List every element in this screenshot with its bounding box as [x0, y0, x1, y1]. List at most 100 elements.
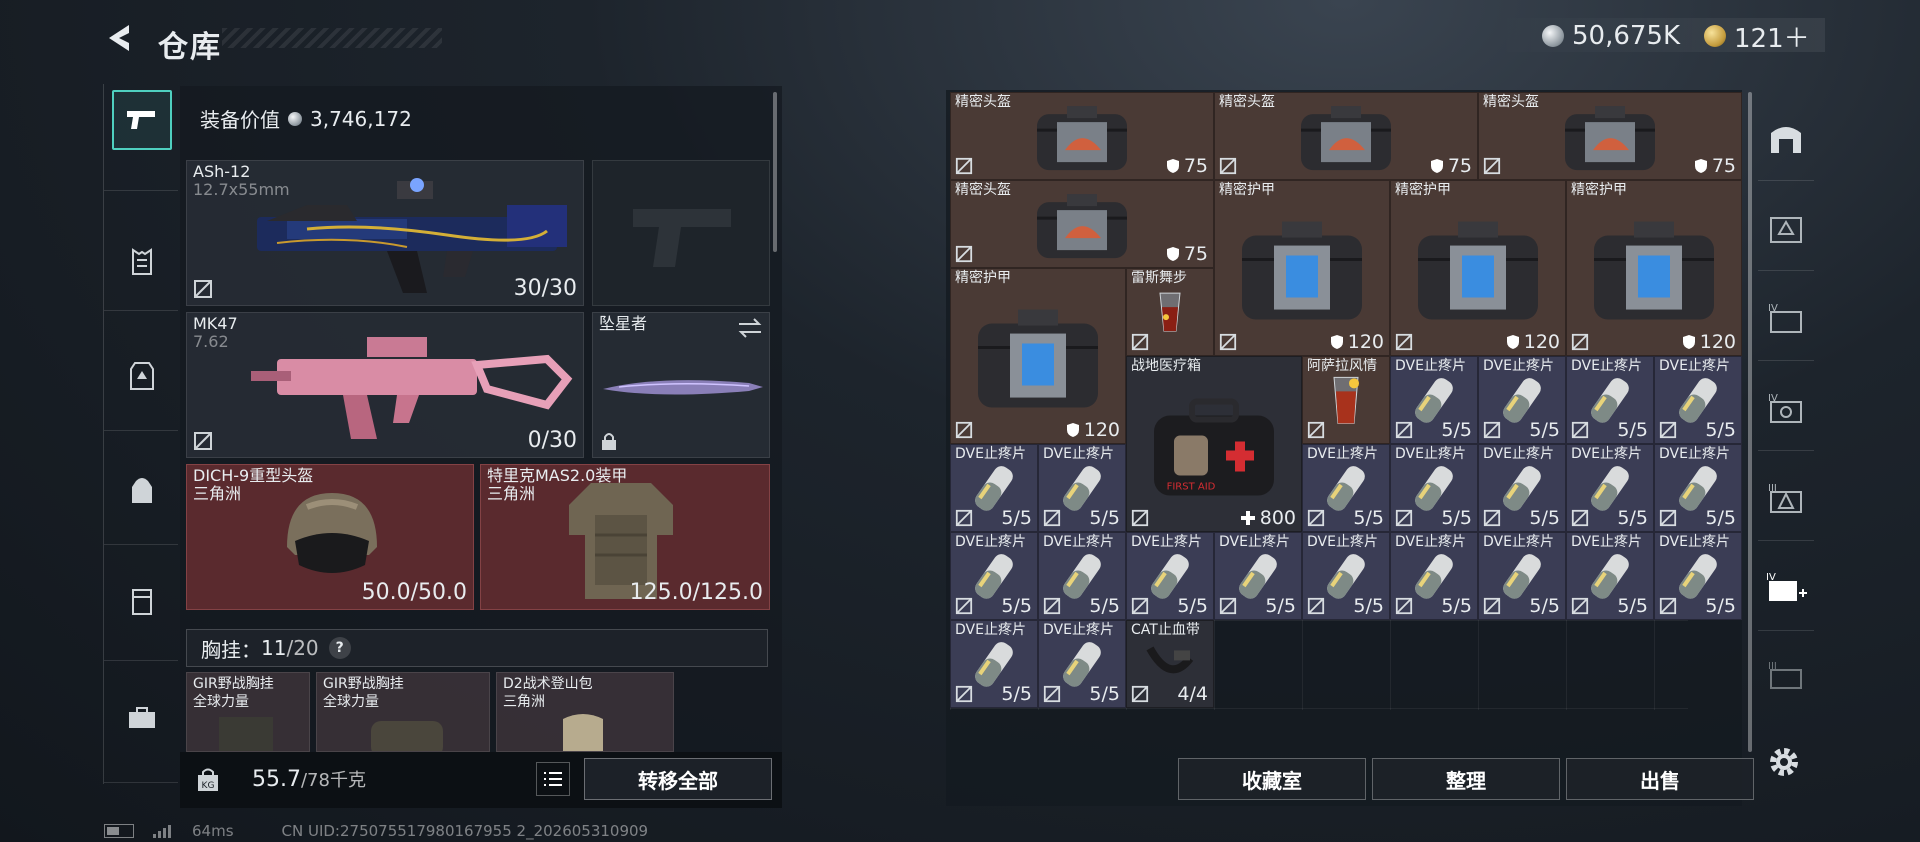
- back-button[interactable]: [100, 18, 140, 58]
- item-value: 5/5: [1705, 507, 1736, 529]
- nav-rig[interactable]: [112, 232, 172, 292]
- capacity-max: /78千克: [300, 770, 366, 791]
- nav-weapons[interactable]: [112, 90, 172, 150]
- no-transfer-icon: [1043, 685, 1061, 703]
- storage-item[interactable]: DVE止疼片 5/5: [950, 620, 1038, 708]
- no-transfer-icon: [1659, 421, 1677, 439]
- armor-faction: 三角洲: [487, 484, 536, 503]
- gold-currency[interactable]: 121＋: [1704, 20, 1810, 54]
- loadout-scrollbar[interactable]: [773, 92, 777, 252]
- item-value: 75: [1166, 243, 1208, 265]
- storage-item[interactable]: 精密护甲 120: [950, 268, 1126, 444]
- storage-item[interactable]: DVE止疼片 5/5: [1126, 532, 1214, 620]
- storage-item[interactable]: 精密头盔 75: [950, 180, 1214, 268]
- storage-tab-5[interactable]: III: [1764, 476, 1808, 520]
- storage-item[interactable]: 精密护甲 120: [1214, 180, 1390, 356]
- storage-item[interactable]: DVE止疼片 5/5: [1566, 444, 1654, 532]
- durability-shield-icon: [1694, 159, 1707, 173]
- storage-item[interactable]: DVE止疼片 5/5: [1038, 444, 1126, 532]
- transfer-all-button[interactable]: 转移全部: [584, 758, 772, 800]
- storage-item[interactable]: 精密护甲 120: [1566, 180, 1742, 356]
- capacity-text: 55.7/78千克: [252, 766, 366, 792]
- item-value: 5/5: [1617, 507, 1648, 529]
- item-value: 4/4: [1177, 683, 1208, 705]
- armor-slot[interactable]: 特里克MAS2.0装甲 三角洲 125.0/125.0: [480, 464, 770, 610]
- no-transfer-icon: [1043, 597, 1061, 615]
- storage-item[interactable]: 雷斯舞步: [1126, 268, 1214, 356]
- rig-slot-name: D2战术登山包: [503, 676, 593, 692]
- melee-slot[interactable]: 坠星者: [592, 312, 770, 458]
- nav-backpack[interactable]: [112, 460, 172, 520]
- status-bar: 64ms CN UID:275075517980167955 2_2026053…: [104, 822, 648, 840]
- settings-gear-icon[interactable]: [1764, 742, 1804, 782]
- storage-item[interactable]: 精密头盔 75: [1214, 92, 1478, 180]
- durability-shield-icon: [1066, 423, 1079, 437]
- storage-item[interactable]: DVE止疼片 5/5: [1390, 444, 1478, 532]
- silver-currency[interactable]: 50,675K: [1542, 20, 1680, 52]
- storage-item[interactable]: DVE止疼片 5/5: [1390, 532, 1478, 620]
- no-transfer-icon: [1219, 333, 1237, 351]
- storage-item[interactable]: 精密护甲 120: [1390, 180, 1566, 356]
- sidearm-slot[interactable]: [592, 160, 770, 306]
- rig-slot-3[interactable]: D2战术登山包 三角洲: [496, 672, 674, 752]
- storage-locked-icon: III: [1768, 661, 1802, 689]
- item-value: 5/5: [1617, 419, 1648, 441]
- storage-item[interactable]: DVE止疼片 5/5: [1654, 444, 1742, 532]
- sort-button[interactable]: 整理: [1372, 758, 1560, 800]
- silver-amount: 50,675K: [1572, 21, 1681, 51]
- help-icon[interactable]: ?: [328, 637, 351, 659]
- knife-image: [603, 380, 763, 395]
- nav-armor[interactable]: [112, 346, 172, 406]
- storage-item[interactable]: DVE止疼片 5/5: [1566, 532, 1654, 620]
- no-transfer-icon: [1131, 509, 1149, 527]
- storage-item[interactable]: DVE止疼片 5/5: [1214, 532, 1302, 620]
- storage-item[interactable]: DVE止疼片 5/5: [1478, 444, 1566, 532]
- swap-arrows-icon[interactable]: [737, 317, 763, 339]
- rig-slot-name: GIR野战胸挂: [193, 676, 274, 692]
- sell-button[interactable]: 出售: [1566, 758, 1754, 800]
- value-coin-icon: [288, 111, 302, 126]
- storage-item[interactable]: DVE止疼片 5/5: [1478, 356, 1566, 444]
- storage-scrollbar[interactable]: [1748, 92, 1752, 752]
- equipment-value-amount: 3,746,172: [310, 106, 412, 131]
- storage-item[interactable]: 战地医疗箱 FIRST AID 800: [1126, 356, 1302, 532]
- nav-pouch[interactable]: [112, 572, 172, 632]
- storage-item[interactable]: CAT止血带 4/4: [1126, 620, 1214, 708]
- storage-tab-7[interactable]: III: [1764, 654, 1808, 698]
- medkit-image: FIRST AID: [1144, 392, 1284, 506]
- item-name: 战地医疗箱: [1131, 358, 1201, 374]
- list-view-button[interactable]: [536, 762, 570, 796]
- helmet-slot[interactable]: DICH-9重型头盔 三角洲 50.0/50.0: [186, 464, 474, 610]
- storage-item[interactable]: DVE止疼片 5/5: [1038, 532, 1126, 620]
- rig-slot-1[interactable]: GIR野战胸挂 全球力量: [186, 672, 310, 752]
- item-value: 5/5: [1441, 507, 1472, 529]
- storage-tab-main[interactable]: [1764, 116, 1808, 160]
- storage-item[interactable]: DVE止疼片 5/5: [950, 532, 1038, 620]
- storage-item[interactable]: DVE止疼片 5/5: [1478, 532, 1566, 620]
- storage-item[interactable]: DVE止疼片 5/5: [1390, 356, 1478, 444]
- storage-tab-2[interactable]: [1764, 206, 1808, 250]
- storage-item[interactable]: DVE止疼片 5/5: [1038, 620, 1126, 708]
- nav-case[interactable]: [112, 688, 172, 748]
- ping-text: 64ms: [192, 822, 234, 840]
- collection-button[interactable]: 收藏室: [1178, 758, 1366, 800]
- item-value: 800: [1240, 507, 1296, 529]
- storage-item[interactable]: DVE止疼片 5/5: [950, 444, 1038, 532]
- storage-item[interactable]: 阿萨拉风情: [1302, 356, 1390, 444]
- storage-item[interactable]: DVE止疼片 5/5: [1654, 356, 1742, 444]
- storage-tab-4[interactable]: IV: [1764, 386, 1808, 430]
- secondary-weapon-ammo-count: 0/30: [527, 428, 577, 453]
- storage-item[interactable]: DVE止疼片 5/5: [1302, 444, 1390, 532]
- storage-item[interactable]: DVE止疼片 5/5: [1566, 356, 1654, 444]
- primary-weapon-slot[interactable]: ASh-12 12.7x55mm 30/30: [186, 160, 584, 306]
- rig-slot-faction: 全球力量: [193, 694, 249, 710]
- secondary-weapon-slot[interactable]: MK47 7.62 0/30: [186, 312, 584, 458]
- storage-item[interactable]: DVE止疼片 5/5: [1302, 532, 1390, 620]
- storage-tab-3[interactable]: IV: [1764, 296, 1808, 340]
- storage-item[interactable]: 精密头盔 75: [950, 92, 1214, 180]
- rig-slot-2[interactable]: GIR野战胸挂 全球力量: [316, 672, 490, 752]
- armor-durability: 125.0/125.0: [629, 580, 763, 605]
- storage-item[interactable]: DVE止疼片 5/5: [1654, 532, 1742, 620]
- storage-item[interactable]: 精密头盔 75: [1478, 92, 1742, 180]
- storage-tab-6-active[interactable]: IV: [1764, 566, 1808, 610]
